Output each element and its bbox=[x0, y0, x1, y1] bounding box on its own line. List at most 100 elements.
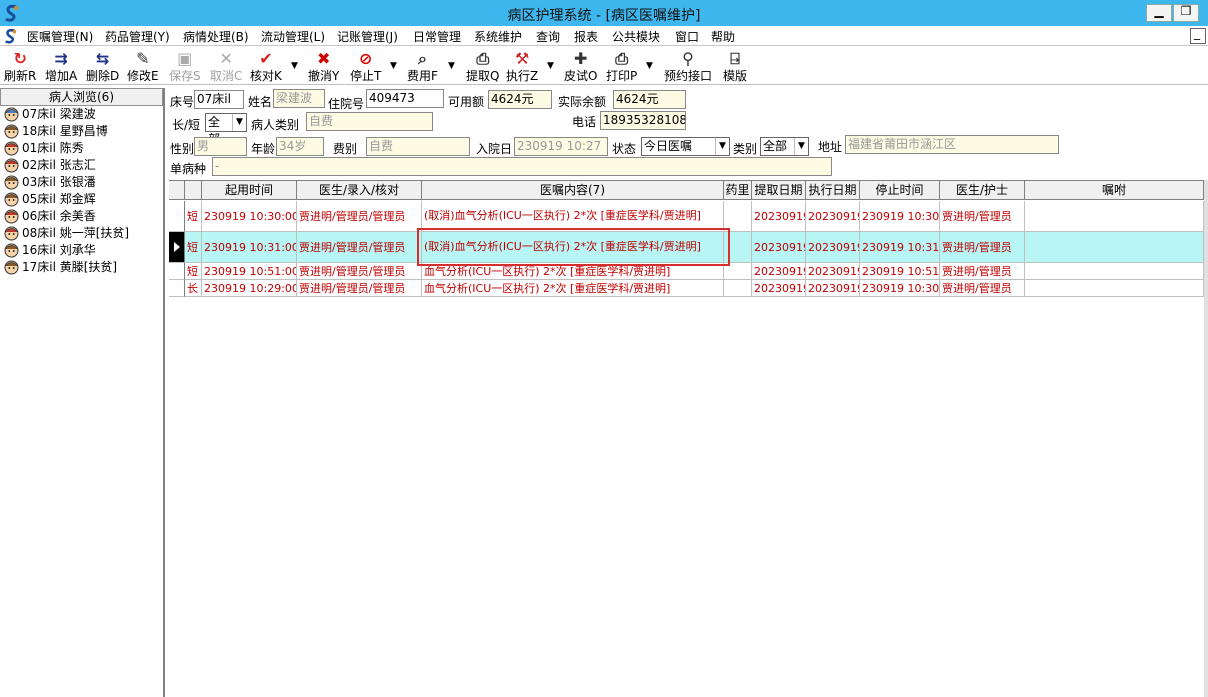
col-stop-time-header[interactable]: 停止时间 bbox=[860, 181, 940, 200]
delete-button[interactable]: ⇆ 删除D bbox=[86, 49, 119, 83]
magnifier-icon: ⌕ bbox=[417, 49, 427, 68]
chevron-down-icon: ▼ bbox=[794, 138, 808, 155]
col-instruction-header[interactable]: 嘱咐 bbox=[1025, 181, 1204, 200]
save-button[interactable]: ▣ 保存S bbox=[169, 49, 201, 83]
patient-list-item[interactable]: 02床il 张志汇 bbox=[0, 157, 163, 174]
patient-list-item[interactable]: 03床il 张银潘 bbox=[0, 174, 163, 191]
age-field[interactable]: 34岁 bbox=[276, 137, 324, 156]
extract-button[interactable]: ⎙ 提取Q bbox=[466, 49, 499, 83]
skin-test-button[interactable]: ✚ 皮试O bbox=[564, 49, 597, 83]
name-field[interactable]: 梁建波 bbox=[273, 89, 325, 108]
print-button[interactable]: ⎙ 打印P bbox=[606, 49, 637, 83]
gender-field[interactable]: 男 bbox=[194, 137, 247, 156]
cell-doctor: 贾进明/管理员/管理员 bbox=[297, 280, 422, 297]
row-selector[interactable] bbox=[169, 263, 185, 280]
bed-field[interactable]: 07床il bbox=[194, 90, 244, 109]
refresh-button[interactable]: ↻ 刷新R bbox=[4, 49, 36, 83]
long-short-select[interactable]: 全部▼ bbox=[205, 113, 247, 146]
checkmark-icon: ✔ bbox=[259, 49, 273, 68]
stop-dropdown-arrow[interactable]: ▼ bbox=[390, 61, 397, 71]
disease-label: 单病种 bbox=[170, 162, 207, 176]
patient-list-item[interactable]: 18床il 星野昌博 bbox=[0, 123, 163, 140]
app-menu-icon[interactable] bbox=[4, 28, 18, 44]
menu-order-management[interactable]: 医嘱管理(N) bbox=[27, 28, 93, 45]
execute-dropdown-arrow[interactable]: ▼ bbox=[547, 61, 554, 71]
patient-list-item[interactable]: 06床il 余美香 bbox=[0, 208, 163, 225]
print-dropdown-arrow[interactable]: ▼ bbox=[646, 61, 653, 71]
col-dose-header[interactable]: 药里 bbox=[724, 181, 752, 200]
menu-bar: 医嘱管理(N) 药品管理(Y) 病情处理(B) 流动管理(L) 记账管理(J) … bbox=[0, 26, 1208, 46]
row-selector[interactable] bbox=[169, 280, 185, 297]
minimize-icon: ▁ bbox=[1154, 4, 1164, 18]
mdi-minimize-button[interactable]: _ bbox=[1190, 26, 1206, 44]
current-row-indicator[interactable] bbox=[169, 232, 185, 263]
row-selector[interactable] bbox=[169, 201, 185, 232]
reserve-interface-button[interactable]: ⚲ 预约接口 bbox=[664, 49, 712, 83]
col-exec-date-header[interactable]: 执行日期 bbox=[806, 181, 860, 200]
patient-list-item[interactable]: 07床il 梁建波 bbox=[0, 106, 163, 123]
patient-list-header: 病人浏览(6) bbox=[0, 88, 163, 106]
menu-condition-handling[interactable]: 病情处理(B) bbox=[183, 28, 249, 45]
patient-avatar-icon bbox=[4, 141, 19, 156]
execute-button[interactable]: ⚒ 执行Z bbox=[506, 49, 538, 83]
patient-list-item[interactable]: 05床il 郑金辉 bbox=[0, 191, 163, 208]
menu-public-module[interactable]: 公共模块 bbox=[612, 28, 660, 45]
col-start-time-header[interactable]: 起用时间 bbox=[202, 181, 297, 200]
order-row[interactable]: 长 230919 10:29:00 贾进明/管理员/管理员 血气分析(ICU一区执行)… bbox=[169, 280, 1204, 297]
age-label: 年龄 bbox=[251, 142, 276, 156]
menu-daily-management[interactable]: 日常管理 bbox=[413, 28, 461, 45]
fee-button[interactable]: ⌕ 费用F bbox=[407, 49, 438, 83]
menu-system-maintenance[interactable]: 系统维护 bbox=[474, 28, 522, 45]
patient-avatar-icon bbox=[4, 107, 19, 122]
restore-button[interactable]: ❐ bbox=[1173, 4, 1199, 22]
patient-list-item[interactable]: 08床il 姚一萍[扶贫] bbox=[0, 225, 163, 242]
stop-button[interactable]: ⊘ 停止T bbox=[350, 49, 381, 83]
cell-extract-date: 20230919 bbox=[752, 201, 806, 232]
cell-instruction bbox=[1025, 280, 1204, 297]
available-field[interactable]: 4624元 bbox=[488, 90, 552, 109]
admit-date-field[interactable]: 230919 10:27 bbox=[514, 137, 608, 156]
add-button[interactable]: ⇉ 增加A bbox=[45, 49, 77, 83]
patient-list-item[interactable]: 17床il 黄滕[扶贫] bbox=[0, 259, 163, 276]
fee-dropdown-arrow[interactable]: ▼ bbox=[448, 61, 455, 71]
revoke-button[interactable]: ✖ 撤消Y bbox=[308, 49, 339, 83]
actual-balance-field[interactable]: 4624元 bbox=[613, 90, 686, 109]
menu-flow-management[interactable]: 流动管理(L) bbox=[261, 28, 325, 45]
revoke-icon: ✖ bbox=[316, 49, 331, 68]
col-content-header[interactable]: 医嘱内容(7) bbox=[422, 181, 724, 200]
patient-list-item[interactable]: 16床il 刘承华 bbox=[0, 242, 163, 259]
status-select[interactable]: 今日医嘱 ▼ bbox=[641, 137, 730, 156]
col-extract-date-header[interactable]: 提取日期 bbox=[752, 181, 806, 200]
check-dropdown-arrow[interactable]: ▼ bbox=[291, 61, 298, 71]
title-bar: 病区护理系统 - [病区医嘱维护] ▁ ❐ bbox=[0, 0, 1208, 26]
modify-button[interactable]: ✎ 修改E bbox=[127, 49, 159, 83]
fee-type-field[interactable]: 自费 bbox=[366, 137, 470, 156]
menu-query[interactable]: 查询 bbox=[536, 28, 560, 45]
cell-start-time: 230919 10:30:00 bbox=[202, 201, 297, 232]
patient-type-field[interactable]: 自费 bbox=[306, 112, 433, 131]
vertical-scrollbar[interactable] bbox=[1204, 180, 1208, 697]
menu-drug-management[interactable]: 药品管理(Y) bbox=[105, 28, 170, 45]
door-icon: ⍈ bbox=[730, 49, 740, 68]
menu-help[interactable]: 帮助 bbox=[711, 28, 735, 45]
check-button[interactable]: ✔ 核对K bbox=[250, 49, 282, 83]
cell-stop-time: 230919 10:30 bbox=[860, 280, 940, 297]
category-select[interactable]: 全部 ▼ bbox=[760, 137, 809, 156]
patient-list-item[interactable]: 01床il 陈秀 bbox=[0, 140, 163, 157]
patient-avatar-icon bbox=[4, 192, 19, 207]
cancel-icon: ✕ bbox=[219, 49, 233, 68]
cancel-button[interactable]: ✕ 取消C bbox=[210, 49, 242, 83]
template-button[interactable]: ⍈ 模版 bbox=[723, 49, 747, 83]
gender-label: 性别 bbox=[170, 142, 195, 156]
menu-window[interactable]: 窗口 bbox=[675, 28, 699, 45]
inpatient-no-field[interactable]: 409473 bbox=[366, 89, 444, 108]
disease-field[interactable]: - bbox=[212, 157, 832, 176]
patient-avatar-icon bbox=[4, 226, 19, 241]
address-field[interactable]: 福建省莆田市涵江区 bbox=[845, 135, 1059, 154]
menu-report[interactable]: 报表 bbox=[574, 28, 598, 45]
col-nurse-header[interactable]: 医生/护士 bbox=[940, 181, 1025, 200]
minimize-button[interactable]: ▁ bbox=[1146, 4, 1172, 22]
phone-field[interactable]: 18935328108 bbox=[600, 111, 686, 130]
menu-accounting-management[interactable]: 记账管理(J) bbox=[337, 28, 398, 45]
col-doctor-header[interactable]: 医生/录入/核对 bbox=[297, 181, 422, 200]
